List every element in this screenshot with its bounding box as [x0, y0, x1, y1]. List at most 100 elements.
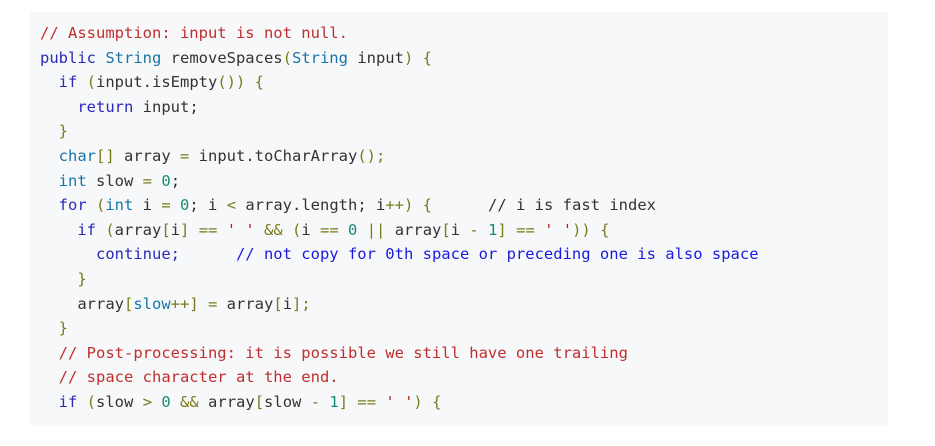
code-token: ' ' — [226, 220, 255, 239]
code-token: 0 — [348, 220, 358, 239]
code-token: array — [208, 392, 255, 411]
code-token: int — [40, 171, 96, 190]
code-line: int slow = 0; — [40, 169, 888, 194]
code-token: = — [142, 171, 162, 190]
code-token: } — [40, 269, 87, 288]
code-token: array — [394, 220, 442, 239]
code-token: input — [357, 48, 404, 67]
code-token: // space character at the end. — [40, 368, 339, 387]
code-line: char[] array = input.toCharArray(); — [40, 144, 888, 169]
code-lines: // Assumption: input is not null. public … — [40, 21, 888, 415]
code-token: String — [291, 48, 358, 67]
code-line: // Post-processing: it is possible we st… — [40, 341, 888, 366]
code-token: return — [40, 97, 143, 116]
code-token: input.toCharArray — [198, 146, 358, 165]
code-line: array[slow++] = array[i]; — [40, 292, 888, 317]
code-token: ; i — [189, 196, 227, 215]
code-token: slow — [96, 392, 143, 411]
code-line: if (input.isEmpty()) { — [40, 70, 888, 95]
code-token: ] = — [189, 294, 227, 313]
code-token: ( — [105, 220, 115, 239]
code-token: i — [170, 220, 181, 239]
code-token: ) { — [413, 392, 442, 411]
code-token: [ — [254, 392, 265, 411]
code-token: 0 — [161, 392, 171, 411]
code-token: char — [40, 146, 96, 165]
code-token: ) { — [403, 48, 432, 67]
code-token: ( — [282, 48, 292, 67]
code-token: int — [105, 196, 143, 215]
code-token: public — [40, 48, 106, 67]
code-line: if (slow > 0 && array[slow - 1] == ' ') … — [40, 390, 888, 415]
code-line: } — [40, 316, 888, 341]
code-line: public String removeSpaces(String input)… — [40, 46, 888, 71]
code-token: ' ' — [544, 220, 573, 239]
code-token: ++ — [170, 294, 190, 313]
code-token: ; — [170, 171, 181, 190]
code-token: } — [40, 319, 68, 338]
code-token: i — [282, 294, 293, 313]
code-token: slow — [133, 294, 171, 313]
code-token: 0 — [180, 196, 190, 215]
code-token: 0 — [161, 171, 171, 190]
code-token: - — [310, 392, 330, 411]
code-token: [ — [441, 220, 451, 239]
code-token: // not copy for 0th space or preceding o… — [179, 245, 759, 264]
code-token: ] == — [338, 392, 386, 411]
code-token: i — [142, 196, 162, 215]
code-line: continue; // not copy for 0th space or p… — [40, 242, 888, 267]
code-token: array.length; i — [245, 196, 386, 215]
code-token: ( — [86, 392, 97, 411]
code-block: // Assumption: input is not null. public … — [30, 12, 888, 426]
code-token: // Post-processing: it is possible we st… — [40, 343, 628, 362]
code-token: } — [40, 122, 68, 141]
code-token: )) { — [572, 220, 610, 239]
code-token: < — [226, 196, 246, 215]
code-token: if — [40, 73, 87, 92]
code-token: slow — [264, 392, 311, 411]
code-token: ()) { — [217, 73, 265, 92]
code-line: } — [40, 119, 888, 144]
code-token: ( — [96, 196, 106, 215]
code-token: ) { — [404, 196, 433, 215]
code-token: ' ' — [385, 392, 414, 411]
code-token: [ — [161, 220, 171, 239]
code-token: - — [469, 220, 489, 239]
code-token: && — [170, 392, 209, 411]
code-token: = — [180, 146, 199, 165]
code-token: // i is fast index — [432, 196, 656, 215]
code-line: // Assumption: input is not null. — [40, 21, 888, 46]
code-token: = — [161, 196, 181, 215]
code-line: if (array[i] == ' ' && (i == 0 || array[… — [40, 218, 888, 243]
code-token: if — [40, 220, 106, 239]
code-token: if — [40, 392, 87, 411]
code-token: input.isEmpty — [96, 73, 218, 92]
code-token: removeSpaces — [170, 48, 283, 67]
code-token: array — [226, 294, 274, 313]
code-token: i — [301, 220, 321, 239]
code-token: ] == — [180, 220, 227, 239]
code-token: (); — [357, 146, 386, 165]
code-token: String — [105, 48, 171, 67]
code-line: return input; — [40, 95, 888, 120]
code-token: for — [40, 196, 96, 215]
code-token: [ — [273, 294, 283, 313]
code-token: array — [40, 294, 124, 313]
code-token: > — [142, 392, 162, 411]
code-token: == — [320, 220, 349, 239]
code-token: continue; — [40, 245, 180, 264]
code-token: [] — [96, 146, 124, 165]
code-token: ]; — [292, 294, 311, 313]
code-token: // Assumption: input is not null. — [40, 24, 348, 42]
code-line: for (int i = 0; i < array.length; i++) {… — [40, 193, 888, 218]
code-token: ++ — [385, 196, 405, 215]
code-line: } — [40, 267, 888, 292]
code-token: ( — [86, 73, 97, 92]
code-token: i — [450, 220, 470, 239]
code-token: || — [357, 220, 395, 239]
code-token: array — [114, 220, 162, 239]
code-token: ] == — [497, 220, 545, 239]
code-token: [ — [124, 294, 134, 313]
code-token: && ( — [254, 220, 302, 239]
code-token: slow — [96, 171, 143, 190]
